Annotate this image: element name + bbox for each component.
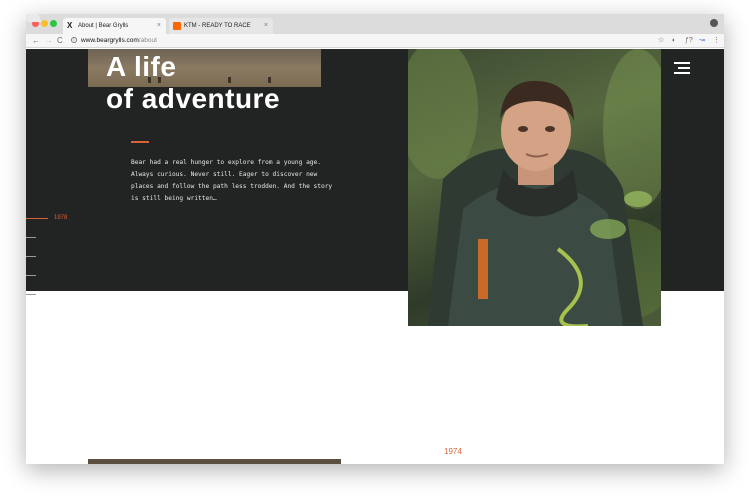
timeline-marker[interactable] [26, 256, 36, 257]
tab-about-bear-grylls[interactable]: X About | Bear Grylls × [63, 18, 166, 34]
bear-grylls-portrait-image [408, 49, 661, 326]
timeline-active-marker[interactable] [26, 218, 48, 219]
url-text: www.beargrylls.com/about [81, 37, 157, 44]
title-line-2: of adventure [106, 83, 281, 114]
address-bar[interactable]: i www.beargrylls.com/about [70, 35, 668, 46]
info-icon[interactable]: i [71, 37, 77, 43]
forward-icon[interactable]: → [45, 35, 53, 47]
page-content: A life of adventure Bear had a real hung… [26, 49, 724, 464]
intro-paragraph: Bear had a real hunger to explore from a… [131, 159, 333, 202]
timeline-year-heading: 1974 [444, 447, 462, 456]
hamburger-menu-icon[interactable] [674, 62, 690, 74]
tab-strip: X About | Bear Grylls × KTM - READY TO R… [26, 14, 724, 34]
reload-icon[interactable]: C [57, 35, 63, 47]
ktm-favicon-icon [173, 22, 181, 30]
title-line-1: A life [106, 51, 177, 82]
close-tab-icon[interactable]: × [264, 18, 268, 34]
timeline-marker[interactable] [26, 237, 36, 238]
browser-toolbar: ← → C i www.beargrylls.com/about ☆ ◐ ƒ? … [26, 34, 724, 48]
zoom-window-button[interactable] [50, 20, 57, 27]
bookmark-star-icon[interactable]: ☆ [658, 35, 664, 47]
tab-title: About | Bear Grylls [78, 23, 129, 29]
timeline-marker[interactable] [26, 275, 36, 276]
script-extension-icon[interactable]: ƒ? [685, 35, 693, 47]
page-title: A life of adventure [106, 51, 280, 115]
tab-ktm[interactable]: KTM - READY TO RACE × [169, 18, 273, 34]
back-icon[interactable]: ← [32, 35, 40, 47]
profile-icon[interactable] [710, 19, 718, 27]
accent-divider [131, 141, 149, 143]
timeline-marker[interactable] [26, 294, 36, 295]
timeline-year-label[interactable]: 1978 [54, 214, 67, 222]
extension-icon[interactable]: ↝ [699, 35, 705, 47]
shield-extension-icon[interactable]: ◐ [672, 35, 676, 47]
timeline-image [88, 459, 341, 464]
bear-grylls-favicon-icon: X [67, 21, 73, 30]
minimize-window-button[interactable] [41, 20, 48, 27]
close-tab-icon[interactable]: × [157, 18, 161, 34]
browser-window: X About | Bear Grylls × KTM - READY TO R… [26, 14, 724, 464]
browser-menu-icon[interactable]: ⋮ [713, 35, 720, 47]
tab-title: KTM - READY TO RACE [184, 23, 251, 29]
new-tab-button[interactable] [26, 14, 42, 22]
